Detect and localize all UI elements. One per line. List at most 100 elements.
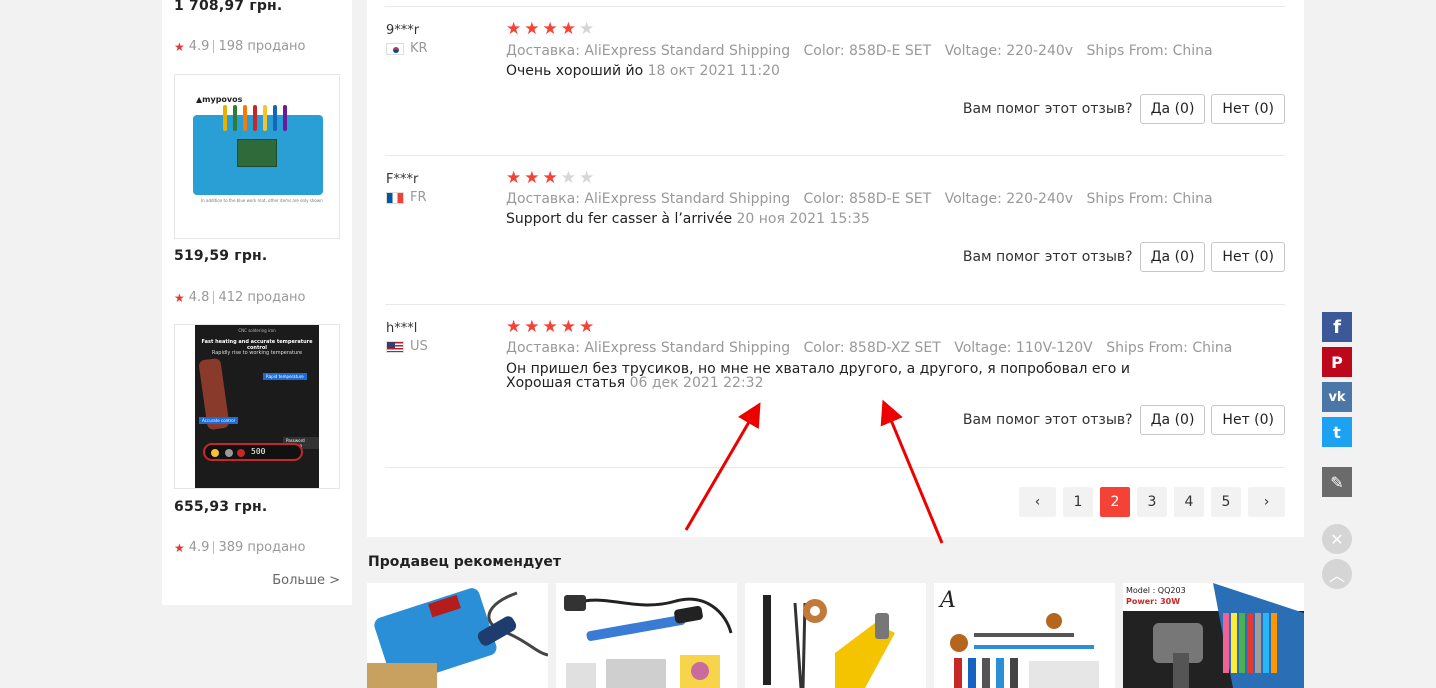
product-card[interactable]: ▲mypovos In addition to the blue work ma… — [174, 74, 340, 239]
page-button[interactable]: 4 — [1174, 487, 1204, 517]
helpful-question: Вам помог этот отзыв? — [962, 101, 1133, 117]
pinterest-icon: P — [1331, 352, 1343, 372]
reviewer-name: 9***r — [386, 23, 420, 38]
product-image — [367, 583, 548, 688]
product-image — [745, 583, 926, 688]
divider — [385, 6, 1285, 7]
product-card[interactable]: CNC soldering iron Fast heating and accu… — [174, 324, 340, 489]
review-attributes: Доставка: AliExpress Standard Shipping C… — [506, 340, 1241, 356]
recommended-product[interactable] — [367, 583, 548, 688]
image-title: CNC soldering iron — [238, 328, 276, 333]
vk-share-button[interactable]: vk — [1322, 382, 1352, 412]
button-dot — [211, 449, 219, 457]
review-attributes: Доставка: AliExpress Standard Shipping C… — [506, 191, 1222, 207]
helpful-yes-button[interactable]: Да (0) — [1139, 242, 1206, 272]
star-filled-icon: ★ — [542, 19, 558, 39]
sold-count: 198 продано — [218, 39, 306, 54]
helpful-yes-button[interactable]: Да (0) — [1139, 94, 1206, 124]
tool-icon — [233, 105, 237, 131]
more-link[interactable]: Больше > — [272, 573, 340, 588]
star-filled-icon: ★ — [506, 168, 522, 188]
page-button[interactable]: 3 — [1137, 487, 1167, 517]
reviewer-country: US — [386, 339, 428, 354]
reviews-panel: 9***r KR ★ ★ ★ ★ ★ Доставка: AliExpress Stan… — [367, 0, 1304, 537]
star-filled-icon: ★ — [579, 317, 595, 337]
prev-page-button[interactable]: ‹ — [1019, 487, 1056, 517]
vk-icon: vk — [1328, 389, 1346, 405]
image-tag: Accurate control — [199, 417, 238, 424]
helpful-no-button[interactable]: Нет (0) — [1211, 94, 1285, 124]
voltage-option: Voltage: 220-240v — [944, 191, 1074, 207]
reviewer-name: h***l — [386, 321, 418, 336]
pencil-icon: ✎ — [1330, 472, 1344, 492]
page-button[interactable]: 1 — [1063, 487, 1093, 517]
star-filled-icon: ★ — [542, 168, 558, 188]
chevron-up-icon: ︿ — [1328, 566, 1345, 585]
divider — [385, 304, 1285, 305]
sold-count: 389 продано — [218, 540, 306, 555]
scroll-top-button[interactable]: ︿ — [1322, 559, 1352, 589]
page-button[interactable]: 5 — [1211, 487, 1241, 517]
reviewer-name: F***r — [386, 172, 419, 187]
facebook-icon: f — [1333, 316, 1341, 338]
edit-button[interactable]: ✎ — [1322, 467, 1352, 497]
color-option: Color: 858D-XZ SET — [803, 340, 941, 356]
brand-logo: A — [938, 588, 956, 613]
helpful-question: Вам помог этот отзыв? — [962, 249, 1133, 265]
review-date: 18 окт 2021 11:20 — [647, 63, 780, 79]
star-filled-icon: ★ — [560, 317, 576, 337]
star-filled-icon: ★ — [506, 19, 522, 39]
country-code: US — [410, 339, 428, 354]
recommended-product[interactable]: A — [934, 583, 1115, 688]
brand-logo: ▲mypovos — [196, 95, 243, 104]
divider — [213, 291, 215, 304]
close-icon: ✕ — [1330, 529, 1344, 549]
product-image: Model : QQ203 Power: 30W — [1123, 583, 1304, 688]
recommended-product[interactable] — [556, 583, 737, 688]
reviewer-country: FR — [386, 190, 427, 205]
close-button[interactable]: ✕ — [1322, 524, 1352, 554]
reviewer-country: KR — [386, 41, 428, 56]
rating-value: 4.9 — [188, 540, 210, 555]
flag-icon — [386, 191, 404, 204]
tool-icon — [273, 105, 277, 131]
flag-icon — [386, 340, 404, 353]
review-date: 20 ноя 2021 15:35 — [736, 211, 870, 227]
twitter-share-button[interactable]: t — [1322, 417, 1352, 447]
recommended-product[interactable]: Model : QQ203 Power: 30W — [1123, 583, 1304, 688]
rating-value: 4.9 — [188, 39, 210, 54]
shipping-method: Доставка: AliExpress Standard Shipping — [506, 43, 791, 59]
review-body: Support du fer casser à l’arrivée — [506, 211, 733, 227]
next-page-button[interactable]: › — [1248, 487, 1285, 517]
pinterest-share-button[interactable]: P — [1322, 347, 1352, 377]
star-filled-icon: ★ — [560, 19, 576, 39]
product-image: A — [934, 583, 1115, 688]
tool-icon — [263, 105, 267, 131]
rating-value: 4.8 — [188, 290, 210, 305]
star-filled-icon: ★ — [542, 317, 558, 337]
facebook-share-button[interactable]: f — [1322, 312, 1352, 342]
image-tag: Rapid temperature — [263, 373, 307, 380]
product-image — [556, 583, 737, 688]
star-rating: ★ ★ ★ ★ ★ — [506, 319, 594, 336]
helpful-no-button[interactable]: Нет (0) — [1211, 242, 1285, 272]
page-button-current[interactable]: 2 — [1100, 487, 1130, 517]
review-body: Очень хороший йо — [506, 63, 644, 79]
helpful-no-button[interactable]: Нет (0) — [1211, 405, 1285, 435]
twitter-icon: t — [1333, 422, 1341, 442]
helpful-yes-button[interactable]: Да (0) — [1139, 405, 1206, 435]
ships-from: Ships From: China — [1086, 43, 1213, 59]
star-filled-icon: ★ — [524, 19, 540, 39]
tool-icon — [243, 105, 247, 131]
divider — [213, 40, 215, 53]
image-subtitle: Rapidly rise to working temperature — [211, 350, 303, 356]
star-filled-icon: ★ — [524, 168, 540, 188]
recommended-product[interactable] — [745, 583, 926, 688]
color-option: Color: 858D-E SET — [803, 191, 932, 207]
star-icon: ★ — [174, 290, 185, 305]
tool-icon — [223, 105, 227, 131]
star-filled-icon: ★ — [506, 317, 522, 337]
product-image: CNC soldering iron Fast heating and accu… — [195, 325, 319, 488]
shipping-method: Доставка: AliExpress Standard Shipping — [506, 340, 791, 356]
helpful-vote: Вам помог этот отзыв? Да (0) Нет (0) — [963, 405, 1285, 435]
